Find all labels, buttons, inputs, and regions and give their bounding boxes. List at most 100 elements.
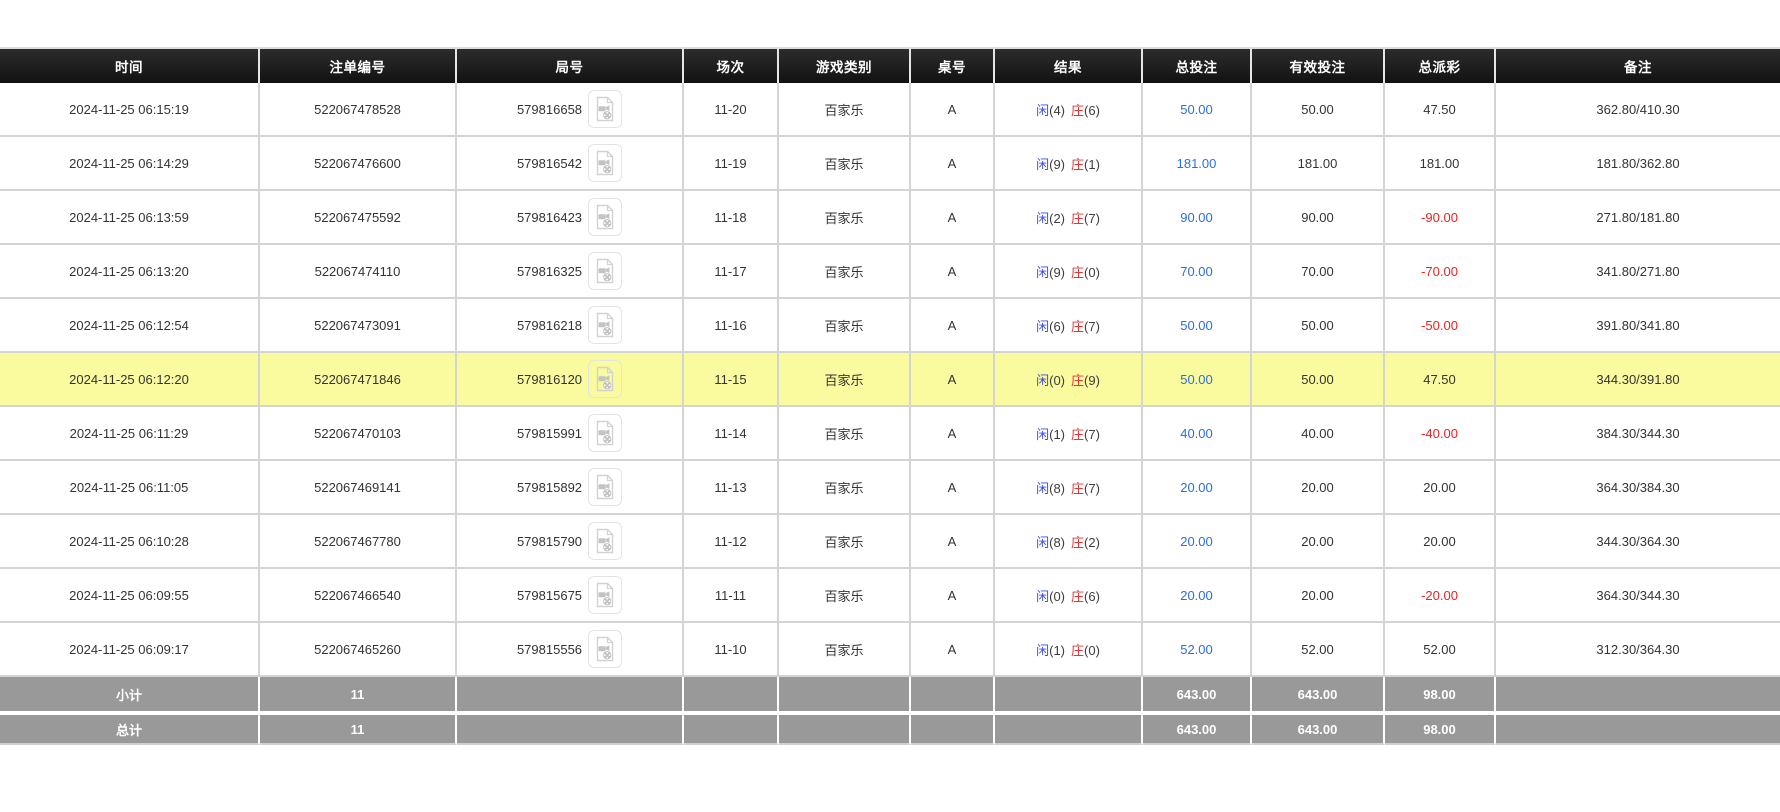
column-header-total_bet: 总投注 [1143,47,1252,83]
cell-round-id: 579816325 [457,245,684,299]
cell-time: 2024-11-25 06:09:17 [0,623,260,677]
grand-total-row: 总计 11 643.00 643.00 98.00 [0,711,1780,745]
cell-remark: 362.80/410.30 [1496,83,1780,137]
player-result-score: (8) [1049,481,1065,496]
cell-valid-bet: 20.00 [1252,515,1385,569]
video-replay-button[interactable] [588,630,622,668]
column-header-table_no: 桌号 [911,47,995,83]
cell-time: 2024-11-25 06:15:19 [0,83,260,137]
cell-bet-id: 522067478528 [260,83,457,137]
round-number: 579815556 [517,642,582,657]
player-result-score: (9) [1049,157,1065,172]
cell-time: 2024-11-25 06:13:59 [0,191,260,245]
cell-payout: -70.00 [1385,245,1496,299]
cell-remark: 384.30/344.30 [1496,407,1780,461]
cell-total-bet: 181.00 [1143,137,1252,191]
cell-payout: 47.50 [1385,83,1496,137]
round-number: 579816658 [517,102,582,117]
video-replay-button[interactable] [588,252,622,290]
cell-bet-id: 522067469141 [260,461,457,515]
table-row[interactable]: 2024-11-25 06:10:28 522067467780 5798157… [0,515,1780,569]
cell-round-id: 579816542 [457,137,684,191]
table-row[interactable]: 2024-11-25 06:09:17 522067465260 5798155… [0,623,1780,677]
cell-valid-bet: 20.00 [1252,461,1385,515]
cell-bet-id: 522067465260 [260,623,457,677]
video-replay-button[interactable] [588,576,622,614]
cell-session: 11-19 [684,137,779,191]
table-row[interactable]: 2024-11-25 06:11:05 522067469141 5798158… [0,461,1780,515]
player-result-label: 闲 [1036,535,1049,550]
table-row[interactable]: 2024-11-25 06:12:20 522067471846 5798161… [0,353,1780,407]
video-replay-button[interactable] [588,360,622,398]
table-body: 2024-11-25 06:15:19 522067478528 5798166… [0,83,1780,745]
table-row[interactable]: 2024-11-25 06:14:29 522067476600 5798165… [0,137,1780,191]
cell-valid-bet: 40.00 [1252,407,1385,461]
cell-bet-id: 522067471846 [260,353,457,407]
summary-label: 小计 [0,677,260,711]
banker-result-score: (0) [1084,643,1100,658]
banker-result-label: 庄 [1071,319,1084,334]
table-row[interactable]: 2024-11-25 06:13:20 522067474110 5798163… [0,245,1780,299]
cell-total-bet: 70.00 [1143,245,1252,299]
cell-payout: -90.00 [1385,191,1496,245]
round-number: 579816325 [517,264,582,279]
video-replay-button[interactable] [588,522,622,560]
cell-payout: 20.00 [1385,461,1496,515]
cell-bet-id: 522067474110 [260,245,457,299]
cell-valid-bet: 90.00 [1252,191,1385,245]
summary-label: 总计 [0,711,260,745]
cell-session: 11-18 [684,191,779,245]
cell-remark: 344.30/364.30 [1496,515,1780,569]
video-replay-button[interactable] [588,468,622,506]
cell-time: 2024-11-25 06:13:20 [0,245,260,299]
player-result-score: (6) [1049,319,1065,334]
video-file-icon [594,312,616,338]
table-row[interactable]: 2024-11-25 06:09:55 522067466540 5798156… [0,569,1780,623]
cell-result: 闲(9)庄(1) [995,137,1143,191]
banker-result-score: (6) [1084,589,1100,604]
video-replay-button[interactable] [588,414,622,452]
video-replay-button[interactable] [588,306,622,344]
cell-table-no: A [911,461,995,515]
banker-result-score: (7) [1084,319,1100,334]
cell-table-no: A [911,191,995,245]
video-replay-button[interactable] [588,144,622,182]
table-row[interactable]: 2024-11-25 06:11:29 522067470103 5798159… [0,407,1780,461]
cell-remark: 344.30/391.80 [1496,353,1780,407]
table-row[interactable]: 2024-11-25 06:13:59 522067475592 5798164… [0,191,1780,245]
banker-result-score: (9) [1084,373,1100,388]
video-file-icon [594,204,616,230]
banker-result-score: (0) [1084,265,1100,280]
table-row[interactable]: 2024-11-25 06:12:54 522067473091 5798162… [0,299,1780,353]
player-result-score: (8) [1049,535,1065,550]
banker-result-label: 庄 [1071,211,1084,226]
cell-time: 2024-11-25 06:09:55 [0,569,260,623]
video-replay-button[interactable] [588,90,622,128]
cell-round-id: 579816120 [457,353,684,407]
video-file-icon [594,366,616,392]
cell-session: 11-12 [684,515,779,569]
cell-total-bet: 20.00 [1143,515,1252,569]
cell-round-id: 579816658 [457,83,684,137]
banker-result-label: 庄 [1071,103,1084,118]
cell-valid-bet: 52.00 [1252,623,1385,677]
subtotal-row: 小计 11 643.00 643.00 98.00 [0,677,1780,711]
player-result-score: (4) [1049,103,1065,118]
video-replay-button[interactable] [588,198,622,236]
round-number: 579816542 [517,156,582,171]
cell-remark: 271.80/181.80 [1496,191,1780,245]
summary-count: 11 [260,677,457,711]
cell-valid-bet: 70.00 [1252,245,1385,299]
summary-total-bet: 643.00 [1143,677,1252,711]
cell-result: 闲(8)庄(7) [995,461,1143,515]
table-row[interactable]: 2024-11-25 06:15:19 522067478528 5798166… [0,83,1780,137]
column-header-remark: 备注 [1496,47,1780,83]
cell-session: 11-10 [684,623,779,677]
video-file-icon [594,474,616,500]
column-header-result: 结果 [995,47,1143,83]
player-result-score: (0) [1049,373,1065,388]
cell-game-type: 百家乐 [779,137,911,191]
column-header-payout: 总派彩 [1385,47,1496,83]
banker-result-label: 庄 [1071,157,1084,172]
round-number: 579815790 [517,534,582,549]
